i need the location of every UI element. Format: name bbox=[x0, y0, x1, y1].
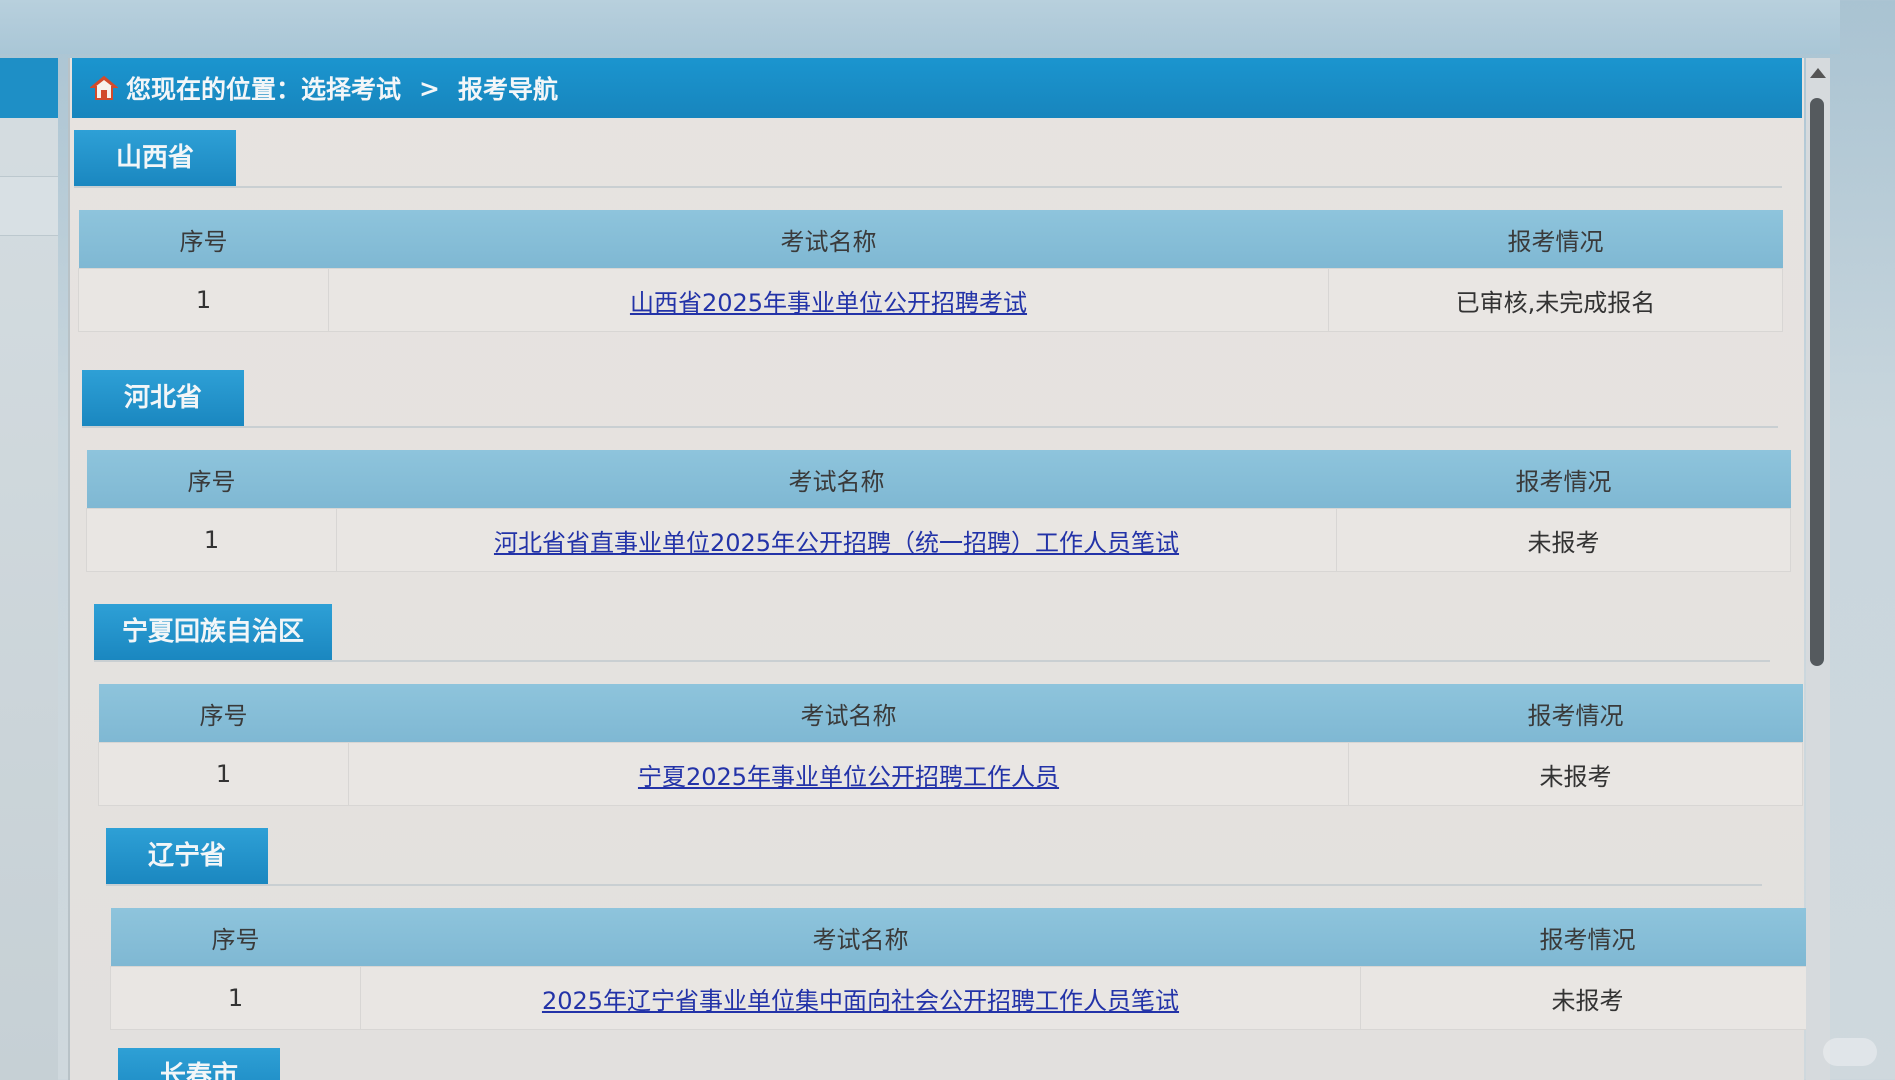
section-divider bbox=[82, 426, 1778, 428]
exam-link[interactable]: 山西省2025年事业单位公开招聘考试 bbox=[630, 289, 1027, 317]
section-divider bbox=[94, 660, 1770, 662]
breadcrumb-separator: > bbox=[419, 73, 440, 103]
cell-status: 未报考 bbox=[1336, 508, 1791, 572]
table-row: 1 山西省2025年事业单位公开招聘考试 已审核,未完成报名 bbox=[78, 268, 1783, 332]
breadcrumb: 您现在的位置： 选择考试 > 报考导航 bbox=[72, 58, 1802, 118]
header-name: 考试名称 bbox=[360, 908, 1361, 967]
cell-no: 1 bbox=[110, 966, 361, 1030]
province-tab: 长春市 bbox=[118, 1048, 280, 1080]
header-status: 报考情况 bbox=[1360, 908, 1815, 967]
header-status: 报考情况 bbox=[1336, 450, 1791, 509]
table-row: 1 河北省省直事业单位2025年公开招聘（统一招聘）工作人员笔试 未报考 bbox=[86, 508, 1791, 572]
cell-status: 已审核,未完成报名 bbox=[1328, 268, 1783, 332]
province-section-liaoning: 辽宁省 序号 考试名称 报考情况 1 2025年辽宁省事业单位集中面向社会公开招… bbox=[106, 828, 1815, 1030]
header-no: 序号 bbox=[86, 450, 337, 509]
section-divider bbox=[106, 884, 1762, 886]
header-no: 序号 bbox=[98, 684, 349, 743]
scroll-thumb[interactable] bbox=[1810, 98, 1824, 666]
header-no: 序号 bbox=[110, 908, 361, 967]
exam-table: 序号 考试名称 报考情况 1 山西省2025年事业单位公开招聘考试 已审核,未完… bbox=[78, 210, 1783, 332]
browser-top-strip bbox=[0, 0, 1840, 54]
breadcrumb-item-select-exam[interactable]: 选择考试 bbox=[301, 70, 401, 106]
exam-table: 序号 考试名称 报考情况 1 宁夏2025年事业单位公开招聘工作人员 未报考 bbox=[98, 684, 1803, 806]
province-section-shanxi: 山西省 序号 考试名称 报考情况 1 山西省2025年事业单位公开招聘考试 已审… bbox=[74, 130, 1783, 332]
table-row: 1 宁夏2025年事业单位公开招聘工作人员 未报考 bbox=[98, 742, 1803, 806]
exam-table: 序号 考试名称 报考情况 1 2025年辽宁省事业单位集中面向社会公开招聘工作人… bbox=[110, 908, 1815, 1030]
province-tab: 河北省 bbox=[82, 370, 244, 426]
cell-no: 1 bbox=[86, 508, 337, 572]
cell-no: 1 bbox=[98, 742, 349, 806]
cell-name: 河北省省直事业单位2025年公开招聘（统一招聘）工作人员笔试 bbox=[336, 508, 1337, 572]
header-status: 报考情况 bbox=[1328, 210, 1783, 269]
sidebar-header bbox=[0, 58, 58, 118]
province-section-hebei: 河北省 序号 考试名称 报考情况 1 河北省省直事业单位2025年公开招聘（统一… bbox=[82, 370, 1791, 572]
province-tab: 山西省 bbox=[74, 130, 236, 186]
header-name: 考试名称 bbox=[328, 210, 1329, 269]
table-header-row: 序号 考试名称 报考情况 bbox=[86, 450, 1791, 509]
exam-link[interactable]: 河北省省直事业单位2025年公开招聘（统一招聘）工作人员笔试 bbox=[494, 529, 1179, 557]
cell-name: 宁夏2025年事业单位公开招聘工作人员 bbox=[348, 742, 1349, 806]
header-name: 考试名称 bbox=[348, 684, 1349, 743]
cell-no: 1 bbox=[78, 268, 329, 332]
exam-link[interactable]: 宁夏2025年事业单位公开招聘工作人员 bbox=[638, 763, 1059, 791]
section-divider bbox=[74, 186, 1782, 188]
header-status: 报考情况 bbox=[1348, 684, 1803, 743]
province-section-changchun: 长春市 bbox=[118, 1048, 1758, 1080]
exam-link[interactable]: 2025年辽宁省事业单位集中面向社会公开招聘工作人员笔试 bbox=[542, 987, 1179, 1015]
table-header-row: 序号 考试名称 报考情况 bbox=[98, 684, 1803, 743]
province-tab: 辽宁省 bbox=[106, 828, 268, 884]
breadcrumb-item-exam-nav: 报考导航 bbox=[457, 75, 558, 104]
exam-table: 序号 考试名称 报考情况 1 河北省省直事业单位2025年公开招聘（统一招聘）工… bbox=[86, 450, 1791, 572]
cell-status: 未报考 bbox=[1348, 742, 1803, 806]
province-section-ningxia: 宁夏回族自治区 序号 考试名称 报考情况 1 宁夏2025年事业单位公开招聘工作… bbox=[94, 604, 1803, 806]
cell-name: 2025年辽宁省事业单位集中面向社会公开招聘工作人员笔试 bbox=[360, 966, 1361, 1030]
header-no: 序号 bbox=[78, 210, 329, 269]
main-panel: 您现在的位置： 选择考试 > 报考导航 山西省 序号 考试名称 报考情况 1 山… bbox=[68, 58, 1815, 1080]
cell-status: 未报考 bbox=[1360, 966, 1815, 1030]
cell-name: 山西省2025年事业单位公开招聘考试 bbox=[328, 268, 1329, 332]
watermark-logo bbox=[1823, 1038, 1877, 1066]
province-tab: 宁夏回族自治区 bbox=[94, 604, 333, 660]
breadcrumb-prefix: 您现在的位置： bbox=[126, 75, 302, 104]
table-row: 1 2025年辽宁省事业单位集中面向社会公开招聘工作人员笔试 未报考 bbox=[110, 966, 1815, 1030]
header-name: 考试名称 bbox=[336, 450, 1337, 509]
scroll-up-arrow-icon[interactable] bbox=[1810, 68, 1826, 78]
home-icon bbox=[89, 75, 119, 101]
vertical-scrollbar[interactable] bbox=[1806, 58, 1830, 1080]
table-header-row: 序号 考试名称 报考情况 bbox=[110, 908, 1815, 967]
table-header-row: 序号 考试名称 报考情况 bbox=[78, 210, 1783, 269]
sidebar-item[interactable] bbox=[0, 176, 58, 236]
